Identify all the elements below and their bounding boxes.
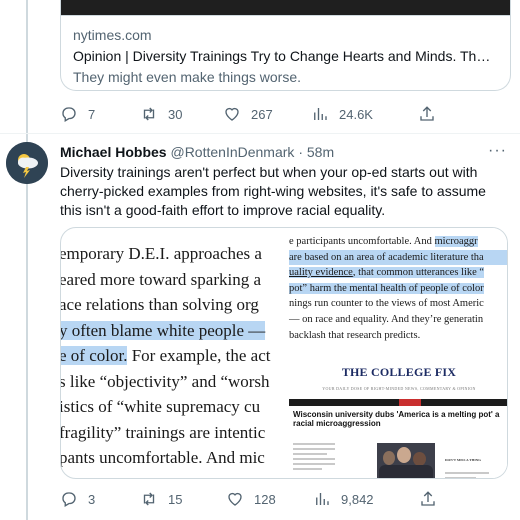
reply-button[interactable]: 7: [60, 105, 140, 123]
thread-connector-line: [26, 0, 28, 520]
retweet-button[interactable]: 15: [140, 490, 226, 508]
article-line: ace relations than solving org: [61, 295, 259, 314]
article-excerpt: e participants uncomfortable. And microa…: [287, 228, 507, 343]
share-icon: [420, 106, 434, 121]
avatar[interactable]: [6, 142, 48, 184]
highlighted-text: , that common utterances like “: [352, 267, 485, 279]
article-line: y often blame white people —: [61, 318, 287, 344]
heart-icon: [228, 492, 242, 506]
view-count: 24.6K: [339, 106, 373, 122]
reply-count: 3: [88, 491, 96, 507]
author-handle[interactable]: @RottenInDenmark: [170, 144, 294, 160]
share-button[interactable]: [418, 105, 436, 123]
retweet-icon: [143, 107, 155, 121]
retweet-icon: [143, 492, 155, 506]
article-line: e participants uncomfortable. And: [289, 236, 435, 247]
tweet2-action-bar: 3 15 128 9,842: [60, 490, 437, 508]
cloud-lightning-avatar-icon: [6, 142, 48, 184]
heart-icon: [225, 107, 239, 121]
tweet-divider: [0, 133, 520, 134]
article-link[interactable]: uality evidence: [289, 267, 353, 279]
retweet-button[interactable]: 30: [140, 105, 223, 123]
more-options-button[interactable]: ···: [488, 142, 507, 160]
share-button[interactable]: [419, 490, 437, 508]
college-fix-tagline: YOUR DAILY DOSE OF RIGHT-MINDED NEWS, CO…: [322, 385, 476, 391]
author-name[interactable]: Michael Hobbes: [60, 144, 167, 160]
highlighted-text: e of color.: [61, 346, 128, 365]
tweet-media[interactable]: emporary D.E.I. approaches a eared more …: [60, 227, 508, 479]
reply-button[interactable]: 3: [60, 490, 140, 508]
highlighted-text: y often blame white people —: [61, 320, 266, 340]
college-fix-sidebar: DON'T MISS A THING: [445, 453, 489, 478]
link-preview-domain: nytimes.com: [73, 27, 152, 43]
link-preview-description: They might even make things worse.: [73, 69, 301, 85]
college-fix-screenshot: THE COLLEGE FIX YOUR DAILY DOSE OF RIGHT…: [289, 361, 507, 478]
views-button[interactable]: 9,842: [313, 490, 419, 508]
analytics-icon: [314, 108, 327, 120]
tweet-header: Michael Hobbes @RottenInDenmark · 58m: [60, 143, 334, 161]
media-image-left[interactable]: emporary D.E.I. approaches a eared more …: [61, 228, 287, 478]
article-line: emporary D.E.I. approaches a: [61, 244, 262, 263]
media-image-right[interactable]: e participants uncomfortable. And microa…: [287, 228, 507, 478]
college-fix-headline: Wisconsin university dubs 'America is a …: [293, 410, 500, 429]
reply-count: 7: [88, 106, 96, 122]
college-fix-photo: [377, 443, 435, 478]
article-line: backlash that research predicts.: [289, 329, 421, 341]
article-line: e of color. For example, the act: [61, 343, 287, 369]
tweet-timestamp[interactable]: 58m: [307, 144, 334, 160]
header-separator: ·: [298, 144, 303, 160]
article-line: fragility” trainings are intentic: [61, 422, 266, 442]
article-line: — on race and equality. And they’re gene…: [289, 313, 484, 325]
analytics-icon: [316, 493, 329, 505]
retweet-count: 15: [168, 491, 183, 507]
college-fix-side-title: DON'T MISS A THING: [445, 458, 481, 462]
share-icon: [421, 491, 435, 506]
link-preview-card[interactable]: nytimes.com Opinion | Diversity Training…: [60, 0, 511, 91]
highlighted-text: are based on an area of academic literat…: [289, 249, 507, 266]
college-fix-body-text: [293, 443, 335, 473]
article-line: istics of “white supremacy cu: [61, 397, 261, 416]
article-line: nings run counter to the views of most A…: [289, 298, 484, 310]
tweet-text: Diversity trainings aren't perfect but w…: [60, 164, 486, 218]
article-line: eared more toward sparking a: [61, 269, 262, 289]
college-fix-logo: THE COLLEGE FIX: [341, 365, 457, 379]
article-line-rest: For example, the act: [127, 346, 271, 365]
views-button[interactable]: 24.6K: [311, 105, 418, 123]
college-fix-nav-bar: [289, 399, 507, 407]
like-button[interactable]: 267: [223, 105, 311, 123]
article-line: pants uncomfortable. And mic: [61, 448, 265, 467]
tweet1-action-bar: 7 30 267 24.6K: [60, 105, 436, 123]
reply-icon: [62, 107, 76, 122]
highlighted-text: microaggr: [434, 236, 478, 247]
link-preview-title: Opinion | Diversity Trainings Try to Cha…: [73, 48, 498, 64]
like-count: 128: [254, 491, 276, 507]
like-button[interactable]: 128: [226, 490, 313, 508]
article-line: s like “objectivity” and “worsh: [61, 371, 270, 391]
retweet-count: 30: [168, 106, 183, 122]
highlighted-text: pot”: [289, 282, 308, 294]
view-count: 9,842: [341, 491, 374, 507]
highlighted-text: harm the mental health of people of colo…: [307, 282, 484, 294]
like-count: 267: [251, 106, 273, 122]
reply-icon: [62, 492, 76, 507]
link-preview-image: [61, 0, 510, 16]
